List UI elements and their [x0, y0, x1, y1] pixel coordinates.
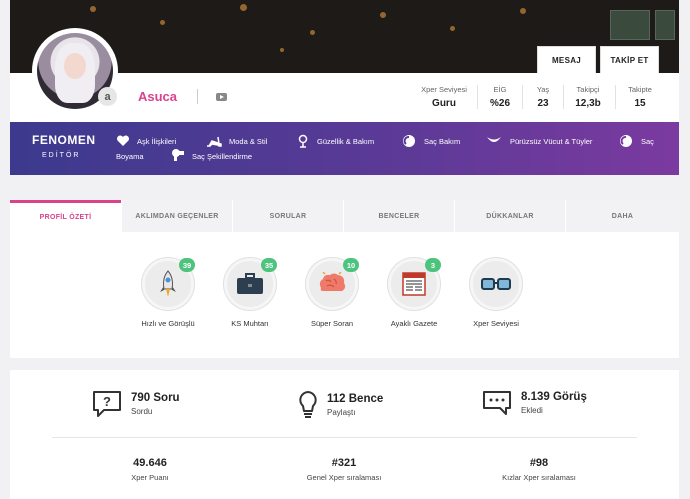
- role-band: FENOMEN EDİTÖR Aşk İlişkileri Moda & Sti…: [10, 122, 679, 175]
- stat-value: 112 Bence: [327, 393, 384, 405]
- badge-label: Xper Seviyesi: [473, 319, 519, 328]
- stat-value: 790 Soru: [131, 392, 180, 404]
- badge-super-soran[interactable]: 10 Süper Soran: [292, 258, 372, 328]
- rank-xper-points: 49.646 Xper Puanı: [80, 457, 220, 482]
- heel-icon: [207, 136, 222, 147]
- badge-count: 10: [343, 258, 359, 272]
- heart-icon: [116, 135, 130, 146]
- divider: [197, 89, 198, 104]
- tab-aklimdan[interactable]: AKLIMDAN GEÇENLER: [121, 200, 232, 232]
- rank-value: #321: [331, 457, 357, 469]
- divider: [522, 85, 523, 109]
- follow-button[interactable]: TAKİP ET: [600, 46, 659, 73]
- dryer-icon: [172, 149, 184, 161]
- badge-label: Hızlı ve Görüşlü: [141, 319, 195, 328]
- rank-girls: #98 Kızlar Xper sıralaması: [469, 457, 609, 482]
- stat-followers[interactable]: Takipçi 12,3b: [565, 85, 611, 109]
- rank-general: #321 Genel Xper sıralaması: [274, 457, 414, 482]
- stat-opinions[interactable]: 8.139 Görüş Ekledi: [482, 390, 587, 416]
- tab-dukkanlar[interactable]: DÜKKANLAR: [454, 200, 565, 232]
- category-sac-boyama-cont[interactable]: Boyama: [116, 152, 144, 161]
- hair-icon: [403, 135, 415, 147]
- ask-badge[interactable]: a: [98, 87, 117, 106]
- razor-icon: [487, 137, 501, 142]
- tab-sorular[interactable]: SORULAR: [232, 200, 343, 232]
- badge-ks-muhtari[interactable]: 35 KS Muhtarı: [210, 258, 290, 328]
- stat-bences[interactable]: 112 Bence Paylaştı: [298, 390, 383, 420]
- badge-label: Süper Soran: [310, 319, 354, 328]
- stat-following[interactable]: Takipte 15: [620, 85, 660, 109]
- badge-xper-seviyesi[interactable]: Xper Seviyesi: [456, 258, 536, 328]
- newspaper-icon: [402, 272, 426, 296]
- divider: [563, 85, 564, 109]
- stat-label: Paylaştı: [327, 408, 356, 417]
- stat-age: Yaş 23: [536, 85, 550, 109]
- badge-ayakli-gazete[interactable]: 3 Ayaklı Gazete: [374, 258, 454, 328]
- lightbulb-icon: [299, 391, 317, 418]
- category-guzellik[interactable]: Güzellik & Bakım: [317, 137, 374, 146]
- tab-daha[interactable]: DAHA: [565, 200, 679, 232]
- username: Asuca: [138, 89, 178, 104]
- category-moda[interactable]: Moda & Stil: [229, 137, 267, 146]
- badge-count: 35: [261, 258, 277, 272]
- rank-label: Kızlar Xper sıralaması: [502, 473, 576, 482]
- stat-label: Sordu: [131, 407, 153, 416]
- divider: [52, 437, 637, 438]
- category-sac-boyama[interactable]: Saç: [641, 137, 654, 146]
- rank-label: Genel Xper sıralaması: [306, 473, 382, 482]
- brain-icon: [319, 272, 346, 291]
- tab-benceler[interactable]: BENCELER: [343, 200, 454, 232]
- role-subtitle: EDİTÖR: [42, 152, 81, 159]
- youtube-icon[interactable]: [216, 93, 227, 101]
- svg-text:?: ?: [103, 394, 111, 409]
- badge-count: 3: [425, 258, 441, 272]
- stat-value: 8.139 Görüş: [521, 391, 587, 403]
- badge-label: KS Muhtarı: [231, 319, 269, 328]
- question-icon: ?: [93, 391, 121, 417]
- stat-questions[interactable]: ? 790 Soru Sordu: [92, 390, 180, 418]
- badge-hizli[interactable]: 39 Hızlı ve Görüşlü: [128, 258, 208, 328]
- rank-value: #98: [529, 457, 549, 469]
- divider: [477, 85, 478, 109]
- glasses-icon: [481, 278, 511, 290]
- rank-label: Xper Puanı: [131, 473, 169, 482]
- category-ask[interactable]: Aşk İlişkileri: [137, 137, 176, 146]
- stat-xper-level: Xper Seviyesi Guru: [421, 85, 467, 109]
- tab-profil-ozeti[interactable]: PROFİL ÖZETİ: [10, 200, 121, 232]
- rank-value: 49.646: [133, 457, 167, 469]
- chat-icon: [483, 391, 511, 415]
- role-title: FENOMEN: [32, 133, 96, 147]
- category-sac-sekil[interactable]: Saç Şekillendirme: [192, 152, 252, 161]
- mirror-icon: [298, 134, 308, 148]
- briefcase-icon: [237, 273, 263, 294]
- badge-count: 39: [179, 258, 195, 272]
- hair-icon: [620, 135, 632, 147]
- rocket-icon: [160, 270, 176, 297]
- category-puruzsuz[interactable]: Pürüzsüz Vücut & Tüyler: [510, 137, 592, 146]
- category-sac-bakim[interactable]: Saç Bakım: [424, 137, 460, 146]
- message-button[interactable]: MESAJ: [537, 46, 596, 73]
- stat-label: Ekledi: [521, 406, 543, 415]
- badge-label: Ayaklı Gazete: [390, 319, 438, 328]
- stat-eig: EİG %26: [489, 85, 510, 109]
- divider: [615, 85, 616, 109]
